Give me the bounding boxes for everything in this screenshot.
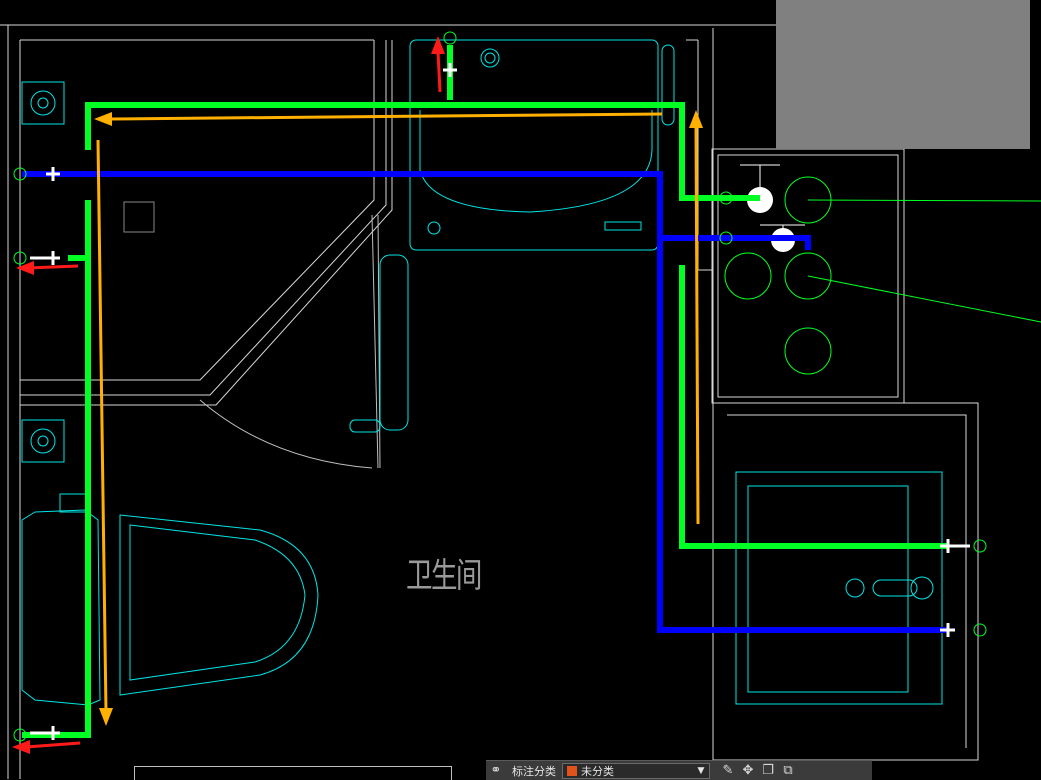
equipment-circles (724, 176, 1041, 375)
stack-icon[interactable]: ⧉ (778, 761, 798, 780)
plus-markers (30, 63, 970, 740)
category-value: 未分类 (581, 764, 614, 778)
move-icon[interactable]: ✥ (738, 761, 758, 780)
chevron-down-icon[interactable]: ▼ (693, 766, 709, 776)
layout-frame (134, 766, 452, 780)
category-select[interactable]: 未分类 ▼ (562, 762, 710, 779)
copy-icon[interactable]: ❐ (758, 761, 778, 780)
annotate-icon[interactable]: ⚭ (486, 761, 506, 780)
edit-icon[interactable]: ✎ (718, 761, 738, 780)
annotation-toolbar: ⚭ 标注分类 未分类 ▼ ✎ ✥ ❐ ⧉ (486, 760, 872, 780)
room-label: 卫生间 (406, 556, 482, 596)
category-color-swatch (567, 765, 577, 776)
flow-arrows (94, 110, 703, 726)
category-label: 标注分类 (512, 764, 556, 778)
cold-water-pipes (22, 171, 948, 633)
grey-viewport-panel (776, 0, 1030, 149)
